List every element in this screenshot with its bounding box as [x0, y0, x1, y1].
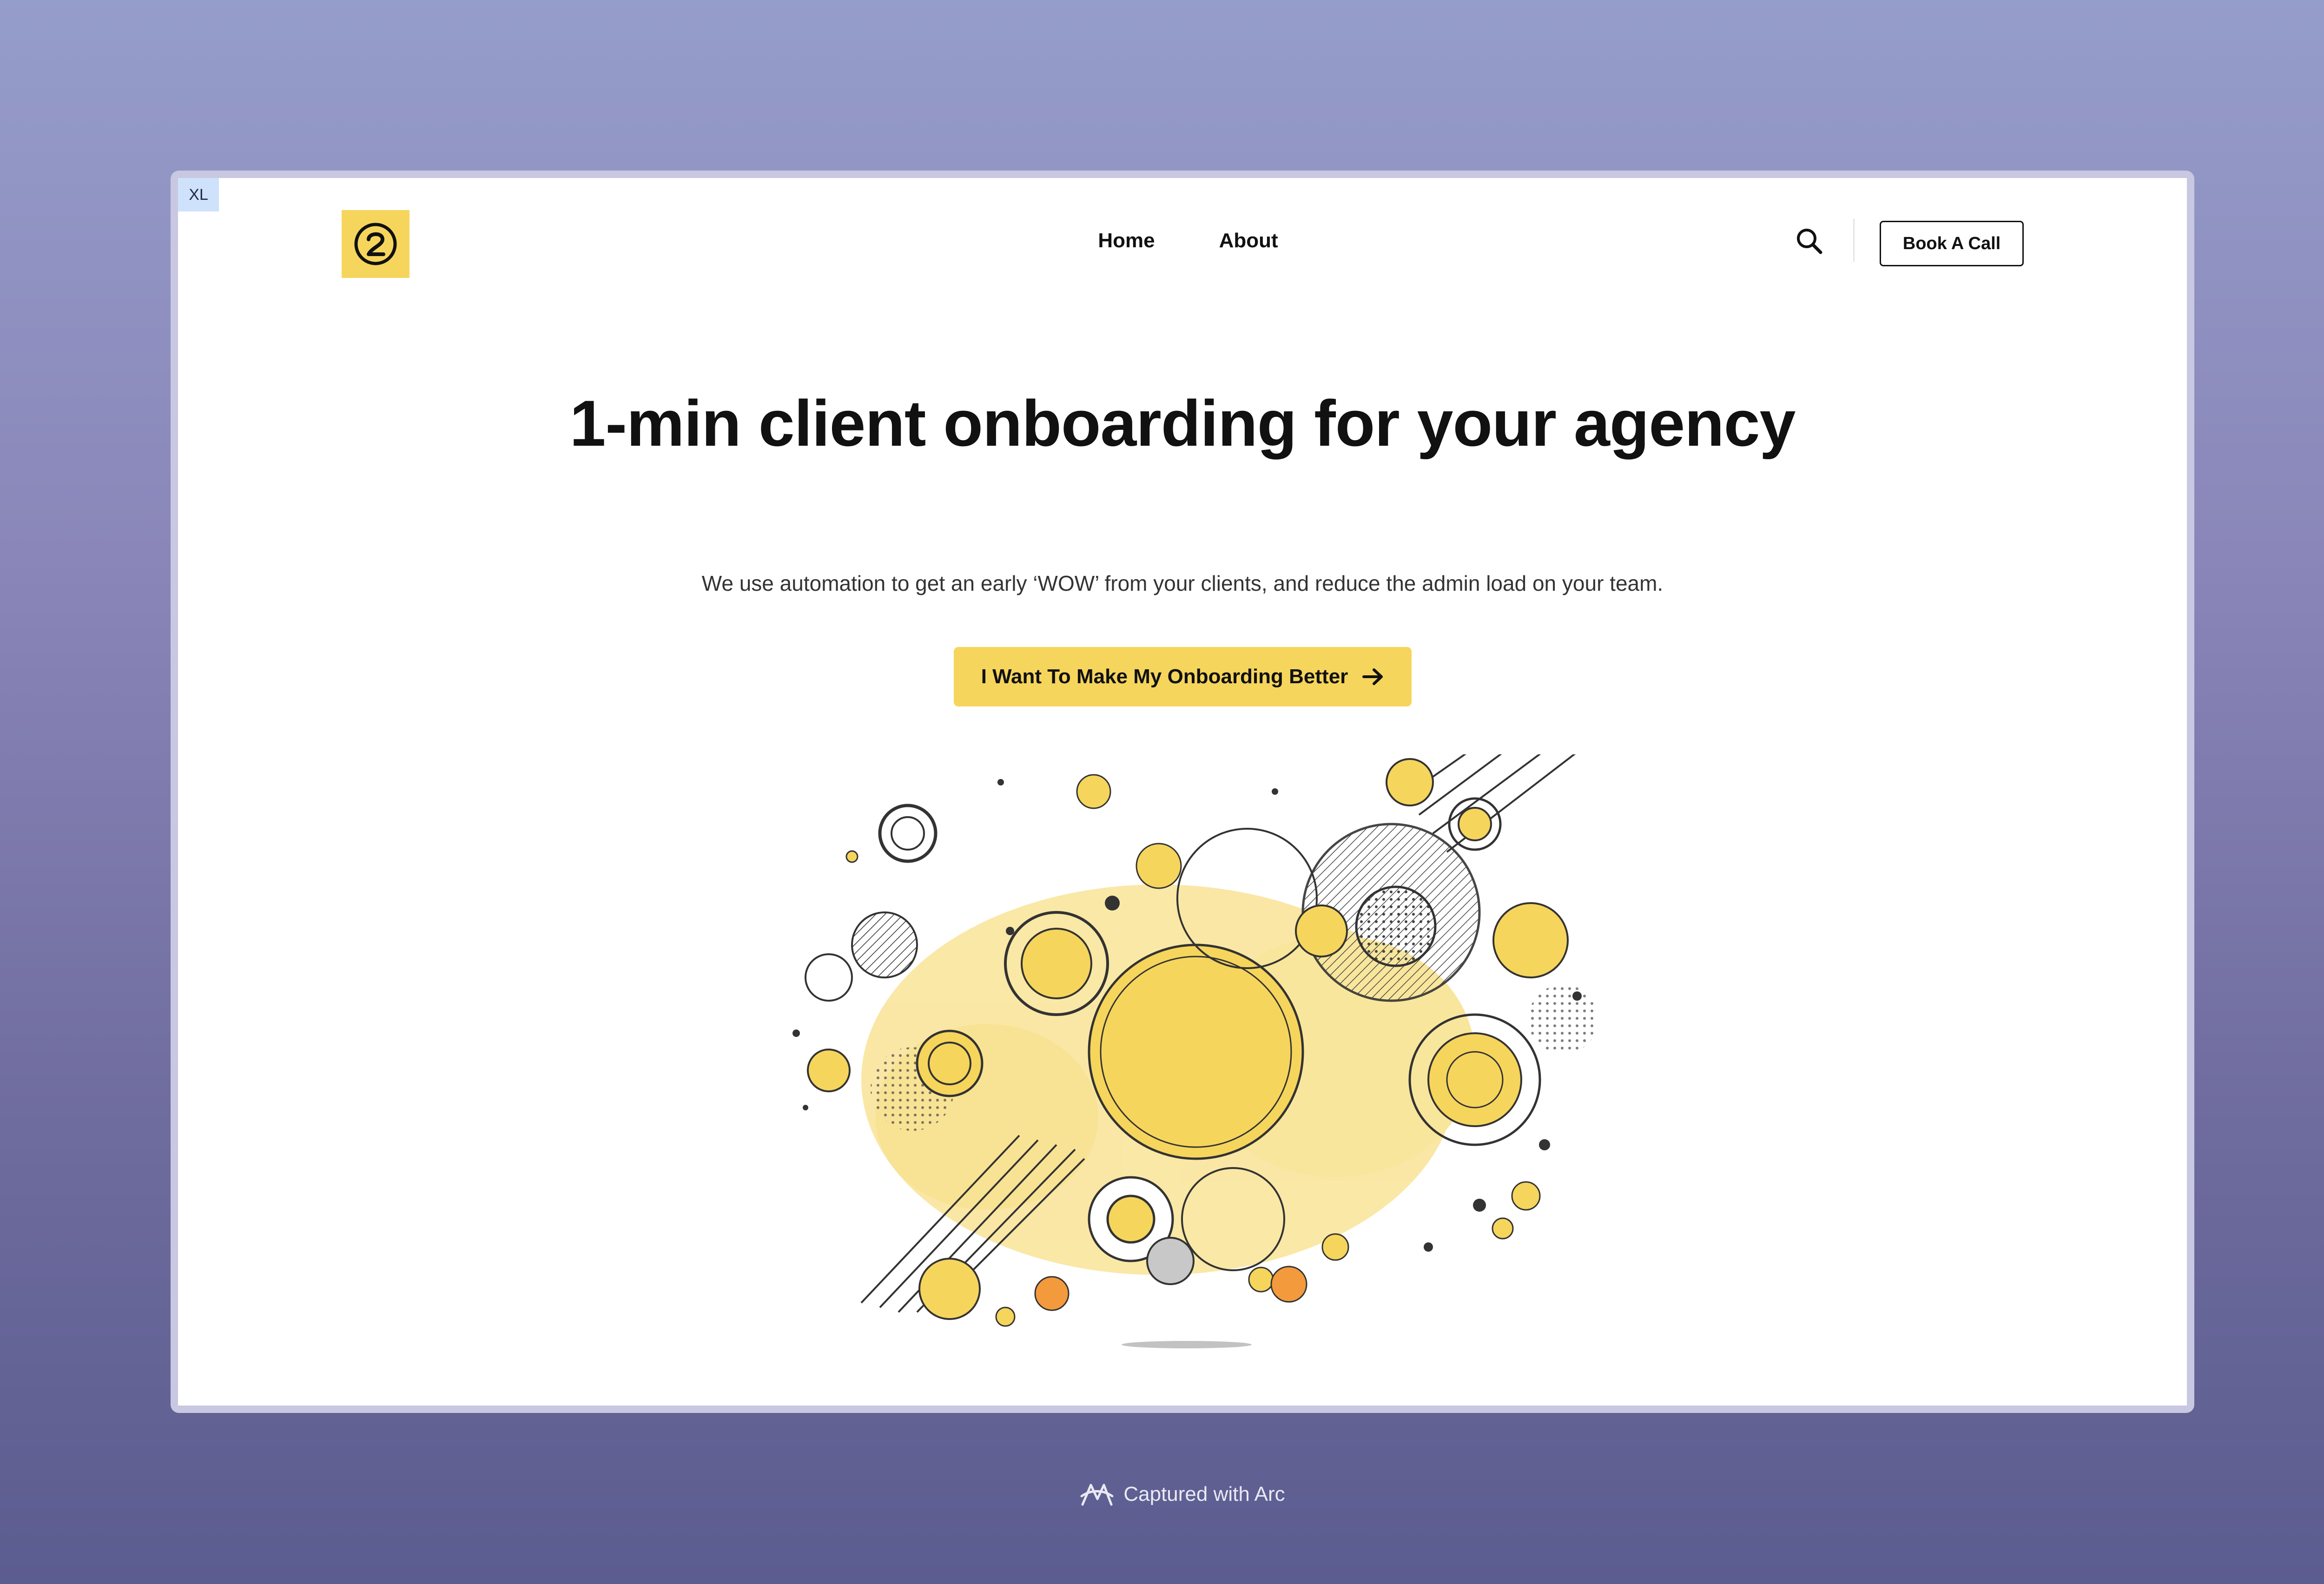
hero-subtitle: We use automation to get an early ‘WOW’ … [701, 571, 1664, 595]
arc-logo-icon [1080, 1484, 1114, 1506]
hero-illustration [792, 754, 1596, 1348]
search-button[interactable] [1793, 224, 1826, 258]
header-divider [1853, 219, 1855, 262]
browser-frame: XL Home About Book A Call 1-min client o… [171, 171, 2194, 1413]
hero-title: 1-min client onboarding for your agency [569, 387, 1796, 460]
captured-label: Captured with Arc [1123, 1483, 1285, 1505]
captured-with-arc: Captured with Arc [0, 1480, 2324, 1508]
web-page: XL Home About Book A Call 1-min client o… [178, 178, 2187, 1406]
book-call-button[interactable]: Book A Call [1880, 221, 2024, 266]
onboarding-cta-button[interactable]: I Want To Make My Onboarding Better [954, 647, 1412, 706]
breakpoint-badge: XL [178, 178, 219, 211]
arrow-right-icon [1362, 668, 1383, 685]
nav-item-about[interactable]: About [1219, 229, 1278, 252]
nav-item-home[interactable]: Home [1098, 229, 1155, 252]
search-icon [1797, 229, 1822, 254]
cta-label: I Want To Make My Onboarding Better [981, 665, 1348, 688]
